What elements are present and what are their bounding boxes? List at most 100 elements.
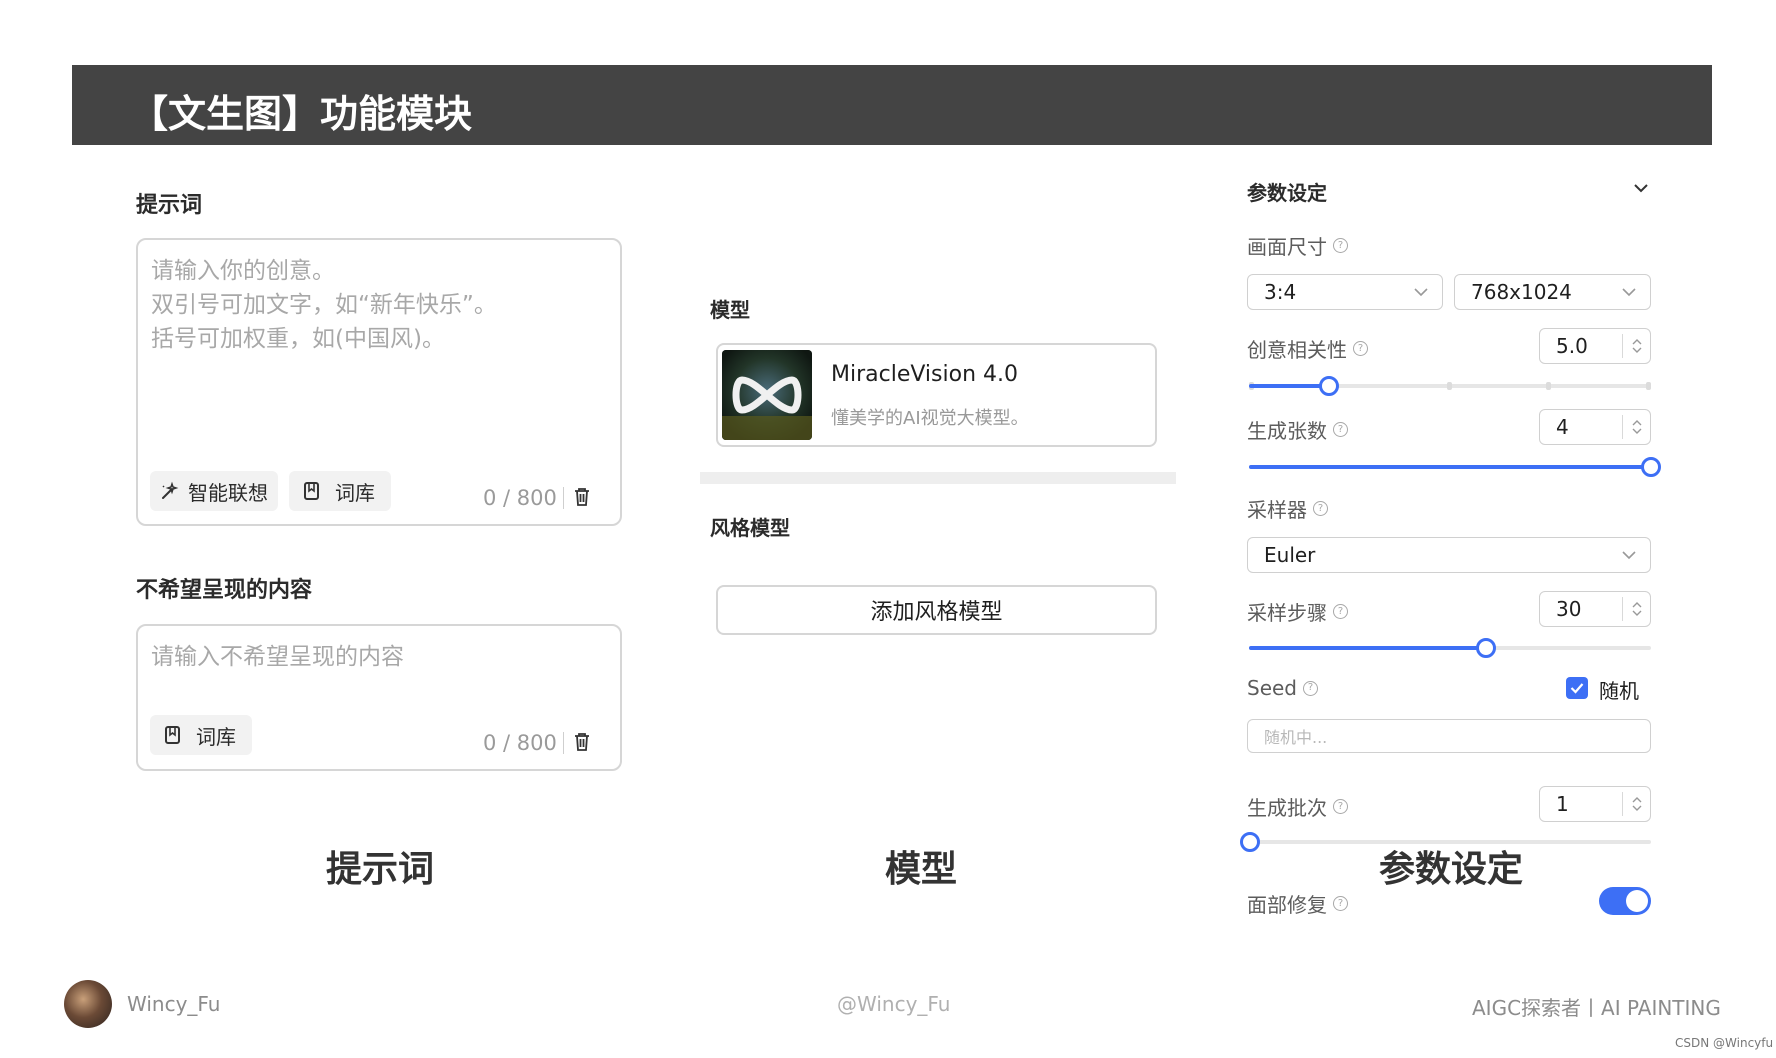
count-slider[interactable] [1249, 455, 1661, 479]
toggle-knob [1626, 890, 1648, 912]
chevron-down-icon [1414, 288, 1428, 297]
stepper-arrows[interactable] [1622, 792, 1650, 816]
prompt-lexicon-button[interactable]: 词库 [289, 471, 391, 511]
chevron-up-icon [1632, 420, 1641, 426]
help-icon[interactable]: ? [1333, 604, 1348, 619]
creativity-text: 创意相关性 [1247, 338, 1347, 362]
trash-icon[interactable] [573, 487, 591, 507]
trash-icon[interactable] [573, 732, 591, 752]
prompt-placeholder-line: 双引号可加文字，如“新年快乐”。 [151, 292, 497, 318]
batch-value: 1 [1556, 792, 1569, 816]
count-value: 4 [1556, 415, 1569, 439]
chevron-down-icon [1632, 347, 1641, 353]
random-checkbox[interactable] [1566, 677, 1588, 699]
counter-divider [563, 487, 564, 509]
model-description: 懂美学的AI视觉大模型。 [831, 408, 1029, 429]
page-title: 【文生图】功能模块 [130, 92, 473, 136]
model-thumbnail [722, 350, 812, 440]
face-fix-label: 面部修复? [1247, 889, 1348, 918]
slider-thumb[interactable] [1319, 376, 1340, 396]
avatar [64, 980, 112, 1028]
help-icon[interactable]: ? [1333, 238, 1348, 253]
stepper-arrows[interactable] [1622, 597, 1650, 621]
slider-fill [1249, 384, 1330, 388]
chevron-down-icon[interactable] [1633, 182, 1649, 194]
aspect-ratio-select[interactable]: 3:4 [1247, 274, 1443, 310]
creativity-value: 5.0 [1556, 334, 1588, 358]
chevron-up-icon [1632, 797, 1641, 803]
negative-lexicon-button[interactable]: 词库 [150, 715, 252, 755]
steps-value: 30 [1556, 597, 1582, 621]
creativity-slider[interactable] [1249, 374, 1651, 398]
chevron-down-icon [1622, 288, 1636, 297]
help-icon[interactable]: ? [1333, 422, 1348, 437]
slider-thumb[interactable] [1476, 638, 1497, 658]
slider-tick [1646, 382, 1651, 390]
stepper-arrows[interactable] [1622, 334, 1650, 358]
chevron-down-icon [1632, 610, 1641, 616]
style-model-section-label: 风格模型 [710, 516, 790, 540]
footer-handle: @Wincy_Fu [837, 992, 951, 1016]
negative-section-label: 不希望呈现的内容 [136, 578, 313, 603]
batch-text: 生成批次 [1247, 796, 1327, 820]
seed-label: Seed? [1247, 676, 1318, 700]
count-stepper[interactable]: 4 [1539, 409, 1651, 445]
face-fix-toggle[interactable] [1599, 887, 1651, 915]
chevron-up-icon [1632, 339, 1641, 345]
footer-tagline: AIGC探索者丨AI PAINTING [1472, 996, 1721, 1020]
magic-wand-icon [162, 481, 179, 499]
seed-text: Seed [1247, 676, 1297, 700]
stepper-arrows[interactable] [1622, 415, 1650, 439]
section-divider [700, 472, 1176, 484]
chevron-down-icon [1632, 805, 1641, 811]
caption-model: 模型 [885, 849, 958, 890]
count-label: 生成张数? [1247, 415, 1348, 444]
model-section-label: 模型 [710, 298, 750, 322]
model-name: MiracleVision 4.0 [831, 362, 1018, 387]
smart-suggest-button[interactable]: 智能联想 [150, 471, 278, 511]
sampler-label: 采样器? [1247, 494, 1328, 523]
book-icon [165, 726, 180, 744]
batch-label: 生成批次? [1247, 792, 1348, 821]
slider-fill [1249, 646, 1487, 650]
negative-lexicon-label: 词库 [196, 724, 236, 749]
help-icon[interactable]: ? [1333, 799, 1348, 814]
caption-params: 参数设定 [1379, 849, 1524, 890]
resolution-select[interactable]: 768x1024 [1454, 274, 1651, 310]
help-icon[interactable]: ? [1303, 680, 1318, 696]
check-icon [1570, 683, 1584, 694]
steps-slider[interactable] [1249, 636, 1651, 660]
help-icon[interactable]: ? [1353, 341, 1368, 356]
add-style-model-button[interactable]: 添加风格模型 [716, 585, 1157, 635]
prompt-placeholder-line: 请输入你的创意。 [151, 258, 335, 284]
chevron-down-icon [1632, 428, 1641, 434]
canvas-size-label: 画面尺寸? [1247, 231, 1348, 260]
prompt-placeholder-line: 括号可加权重，如(中国风)。 [151, 326, 445, 352]
footer-author: Wincy_Fu [127, 992, 221, 1016]
seed-input[interactable]: 随机中... [1247, 719, 1651, 753]
steps-text: 采样步骤 [1247, 601, 1327, 625]
chevron-up-icon [1632, 602, 1641, 608]
aspect-ratio-value: 3:4 [1264, 280, 1297, 304]
resolution-value: 768x1024 [1471, 280, 1572, 304]
slider-thumb[interactable] [1641, 457, 1661, 477]
help-icon[interactable]: ? [1333, 896, 1348, 911]
sampler-select[interactable]: Euler [1247, 537, 1651, 573]
creativity-label: 创意相关性? [1247, 334, 1368, 363]
params-title: 参数设定 [1247, 181, 1327, 205]
help-icon[interactable]: ? [1313, 501, 1328, 516]
canvas-size-text: 画面尺寸 [1247, 235, 1327, 259]
slider-fill [1249, 465, 1651, 469]
slider-tick [1546, 382, 1551, 390]
prompt-placeholder: 请输入你的创意。 双引号可加文字，如“新年快乐”。 括号可加权重，如(中国风)。 [151, 254, 497, 356]
creativity-stepper[interactable]: 5.0 [1539, 328, 1651, 364]
smart-suggest-label: 智能联想 [188, 480, 268, 505]
sampler-value: Euler [1264, 543, 1316, 567]
caption-prompt: 提示词 [326, 849, 435, 890]
count-text: 生成张数 [1247, 419, 1327, 443]
random-label: 随机 [1599, 679, 1639, 703]
steps-stepper[interactable]: 30 [1539, 591, 1651, 627]
slider-thumb[interactable] [1240, 832, 1260, 852]
batch-stepper[interactable]: 1 [1539, 786, 1651, 822]
counter-divider [563, 732, 564, 754]
